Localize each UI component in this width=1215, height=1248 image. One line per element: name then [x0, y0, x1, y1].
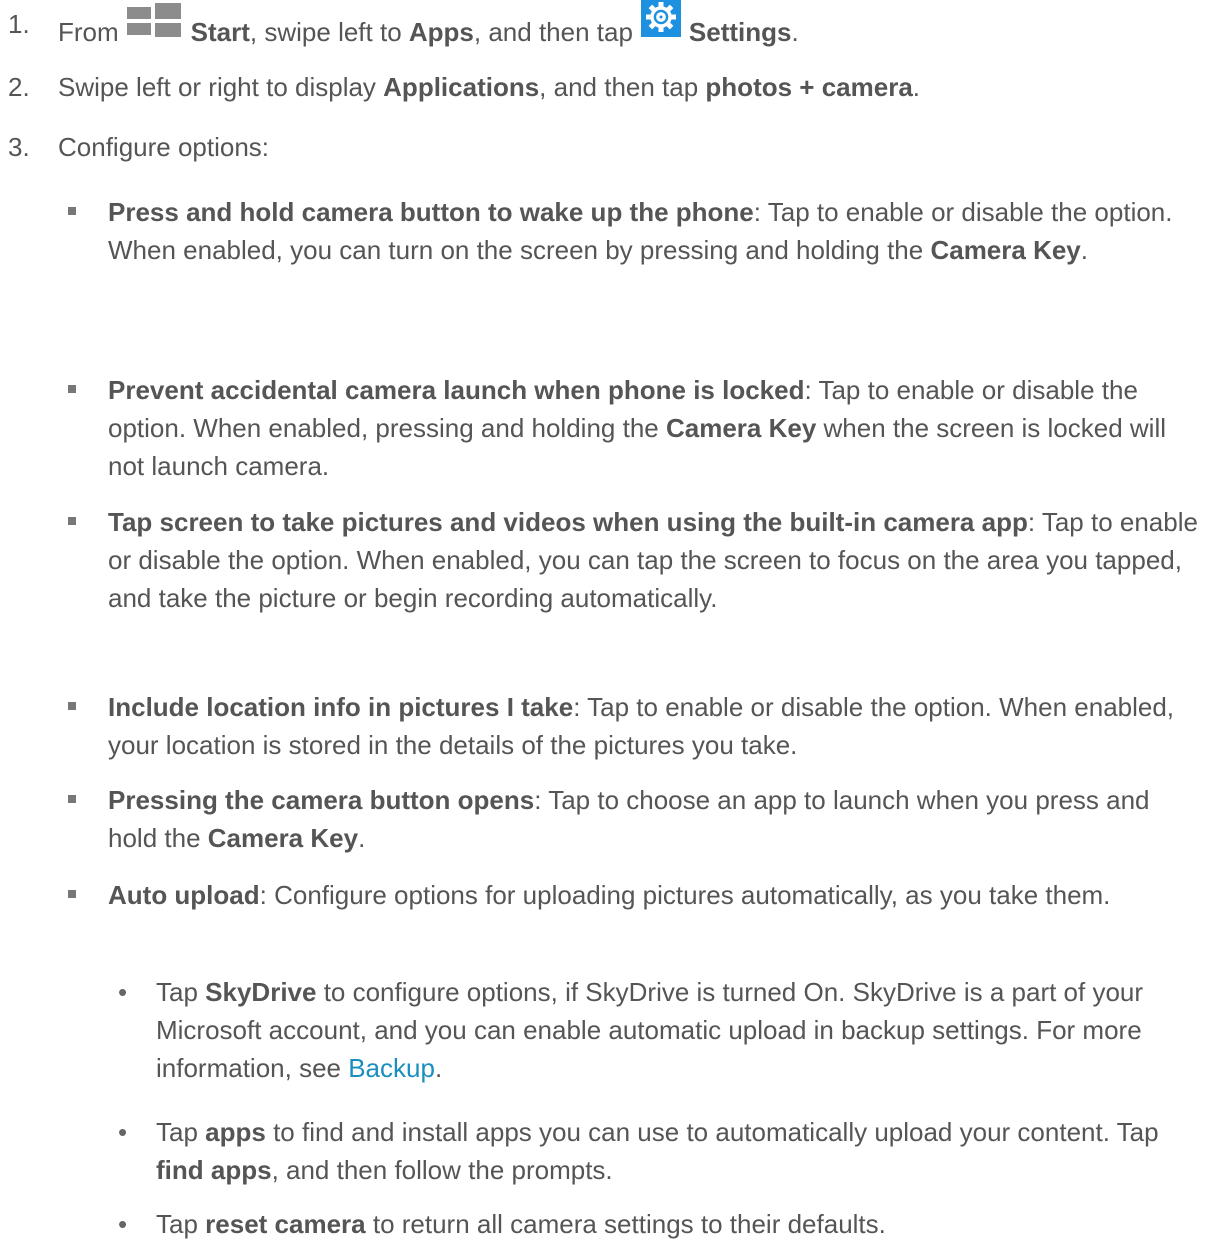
bullet-square [68, 702, 76, 710]
step-text: From Start, swipe left to Apps, and then… [58, 0, 1195, 51]
step-number: 1. [8, 9, 30, 39]
option-text: Prevent accidental camera launch when ph… [108, 375, 1166, 481]
sub-item-text: Tap SkyDrive to configure options, if Sk… [156, 977, 1144, 1083]
bullet-square [68, 207, 76, 215]
step-text: Configure options: [58, 132, 270, 162]
windows-start-icon [126, 3, 181, 37]
option-text: Pressing the camera button opens: Tap to… [108, 785, 1150, 853]
option-text: Tap screen to take pictures and videos w… [108, 507, 1198, 613]
bullet-square [68, 385, 76, 393]
sub-item-text: Tap apps to find and install apps you ca… [156, 1117, 1159, 1185]
option-text: Press and hold camera button to wake up … [108, 197, 1173, 265]
backup-link[interactable]: Backup [348, 1053, 435, 1083]
bullet-dot: • [118, 977, 128, 1007]
step-number: 3. [8, 132, 30, 162]
bullet-square [68, 890, 76, 898]
option-text: Auto upload: Configure options for uploa… [108, 880, 1111, 910]
option-text: Include location info in pictures I take… [108, 692, 1175, 760]
settings-gear-icon [640, 0, 681, 37]
bullet-dot: • [118, 1209, 128, 1239]
step-text: Swipe left or right to display Applicati… [58, 72, 921, 102]
bullet-square [68, 517, 76, 525]
step-number: 2. [8, 72, 30, 102]
bullet-square [68, 795, 76, 803]
bullet-dot: • [118, 1117, 128, 1147]
sub-item-text: Tap reset camera to return all camera se… [156, 1209, 886, 1239]
